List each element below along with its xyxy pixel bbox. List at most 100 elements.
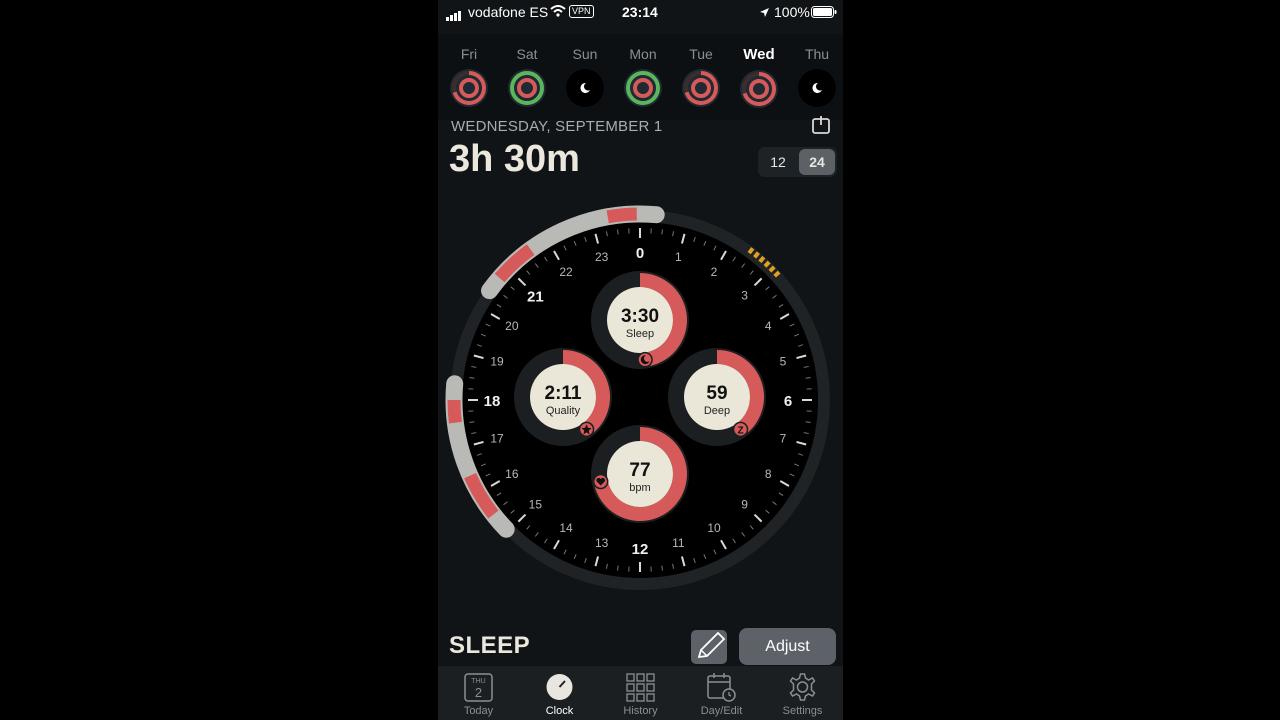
day-item-tue[interactable]: Tue: [672, 34, 730, 108]
hour-label: 20: [505, 319, 519, 333]
moon-icon: [566, 69, 604, 107]
tab-label: History: [623, 705, 658, 717]
hour-label: 3: [741, 288, 748, 302]
gear-icon: [789, 673, 816, 701]
dial-tick: [617, 229, 619, 235]
vpn-badge: VPN: [569, 5, 594, 18]
dial-tick: [661, 565, 663, 571]
hour-format-toggle: 12 24: [758, 147, 837, 177]
today-badge-number: 2: [475, 685, 482, 700]
dial-tick: [617, 565, 619, 571]
today-badge-day: THU: [471, 678, 485, 685]
hour-label: 13: [595, 536, 609, 550]
svg-text:Z: Z: [737, 425, 743, 436]
sleep-segment: [606, 207, 637, 224]
signal-icon: [446, 5, 462, 21]
section-title: SLEEP: [449, 632, 531, 659]
day-item-fri[interactable]: Fri: [440, 34, 498, 108]
moon-icon: [798, 69, 836, 107]
adjust-button[interactable]: Adjust: [739, 628, 836, 665]
location-icon: [759, 5, 770, 21]
clock-time: 23:14: [622, 4, 658, 20]
day-label: Wed: [743, 46, 775, 63]
tab-settings[interactable]: Settings: [762, 666, 843, 720]
day-item-sat[interactable]: Sat: [498, 34, 556, 108]
hour-label: 4: [765, 319, 772, 333]
hour-label: 9: [741, 498, 748, 512]
day-strip: Fri Sat Sun Mon Tue Wed Thu: [438, 34, 843, 120]
sleep-gauge[interactable]: 3:30Sleep: [591, 271, 689, 369]
day-item-wed[interactable]: Wed: [730, 34, 788, 109]
hour-label: 16: [505, 467, 519, 481]
phone-screen: vodafone ES VPN 23:14 100% Fri Sat Sun Mon T…: [438, 0, 843, 720]
dial-tick: [805, 421, 811, 423]
hour-label: 14: [559, 521, 573, 535]
hour-label: 12: [632, 541, 649, 558]
dial-tick: [469, 421, 475, 423]
hour-label: 22: [559, 265, 573, 279]
quality-value: 2:11: [545, 383, 582, 404]
hour-label: 0: [636, 245, 644, 262]
sleep-segment: [447, 399, 462, 424]
hour-label: 1: [675, 250, 682, 264]
z-icon: Z: [732, 421, 749, 438]
bpm-gauge[interactable]: 77bpm: [591, 425, 689, 523]
edit-button[interactable]: [691, 630, 727, 664]
dial-tick: [661, 229, 663, 235]
sleep-label: Sleep: [626, 328, 654, 340]
battery-icon: [811, 5, 837, 21]
hour-label: 17: [490, 431, 504, 445]
day-label: Tue: [689, 46, 713, 62]
hour-label: 8: [765, 467, 772, 481]
activity-ring-icon: [682, 69, 720, 107]
activity-ring-icon: [624, 69, 662, 107]
activity-ring-icon: [740, 70, 778, 108]
tab-bar: THU 2 Today Clock History Day/Edit Setti…: [438, 666, 843, 720]
clock-icon: [546, 674, 573, 700]
hour-label: 21: [527, 288, 544, 305]
tab-clock[interactable]: Clock: [519, 666, 600, 720]
sleep-clock-dial[interactable]: 0 1234567891011121314151617181920212223 3…: [438, 196, 843, 606]
day-item-mon[interactable]: Mon: [614, 34, 672, 108]
deep-value: 59: [706, 383, 727, 404]
hour-label: 10: [707, 521, 721, 535]
day-label: Fri: [460, 46, 478, 62]
day-item-thu[interactable]: Thu: [788, 34, 843, 108]
bpm-value: 77: [629, 460, 650, 481]
hour-label: 15: [529, 498, 543, 512]
calendar-day-icon: THU 2: [464, 673, 493, 702]
format-24-option[interactable]: 24: [799, 149, 835, 175]
hour-label: 5: [780, 355, 787, 369]
share-icon[interactable]: [812, 116, 830, 134]
grid-icon: [626, 673, 655, 702]
quality-gauge[interactable]: 2:11Quality: [514, 348, 612, 446]
hour-label: 23: [595, 250, 609, 264]
battery-percent: 100%: [774, 4, 810, 20]
format-12-option[interactable]: 12: [760, 149, 796, 175]
activity-ring-icon: [508, 69, 546, 107]
tab-label: Clock: [545, 705, 574, 717]
day-label: Mon: [629, 46, 657, 62]
calendar-edit-icon: [707, 673, 736, 702]
date-heading: WEDNESDAY, SEPTEMBER 1: [451, 118, 663, 135]
day-label: Sat: [516, 46, 538, 62]
day-label: Sun: [572, 46, 598, 62]
day-label: Thu: [804, 46, 830, 62]
tab-day-edit[interactable]: Day/Edit: [681, 666, 762, 720]
moon-icon: [637, 351, 653, 368]
tab-label: Today: [463, 705, 494, 717]
deep-gauge[interactable]: 59Deep Z: [668, 348, 766, 446]
tab-today[interactable]: THU 2 Today: [438, 666, 519, 720]
sleep-value: 3:30: [621, 306, 659, 327]
sleep-duration: 3h 30m: [449, 138, 580, 180]
hour-label: 18: [484, 393, 501, 410]
hour-label: 7: [780, 431, 787, 445]
deep-label: Deep: [704, 405, 730, 417]
tab-label: Settings: [782, 705, 823, 717]
status-bar: vodafone ES VPN 23:14 100%: [438, 0, 843, 24]
quality-label: Quality: [546, 405, 581, 417]
day-item-sun[interactable]: Sun: [556, 34, 614, 108]
tab-history[interactable]: History: [600, 666, 681, 720]
dial-tick: [805, 377, 811, 379]
hour-label: 6: [784, 393, 792, 410]
